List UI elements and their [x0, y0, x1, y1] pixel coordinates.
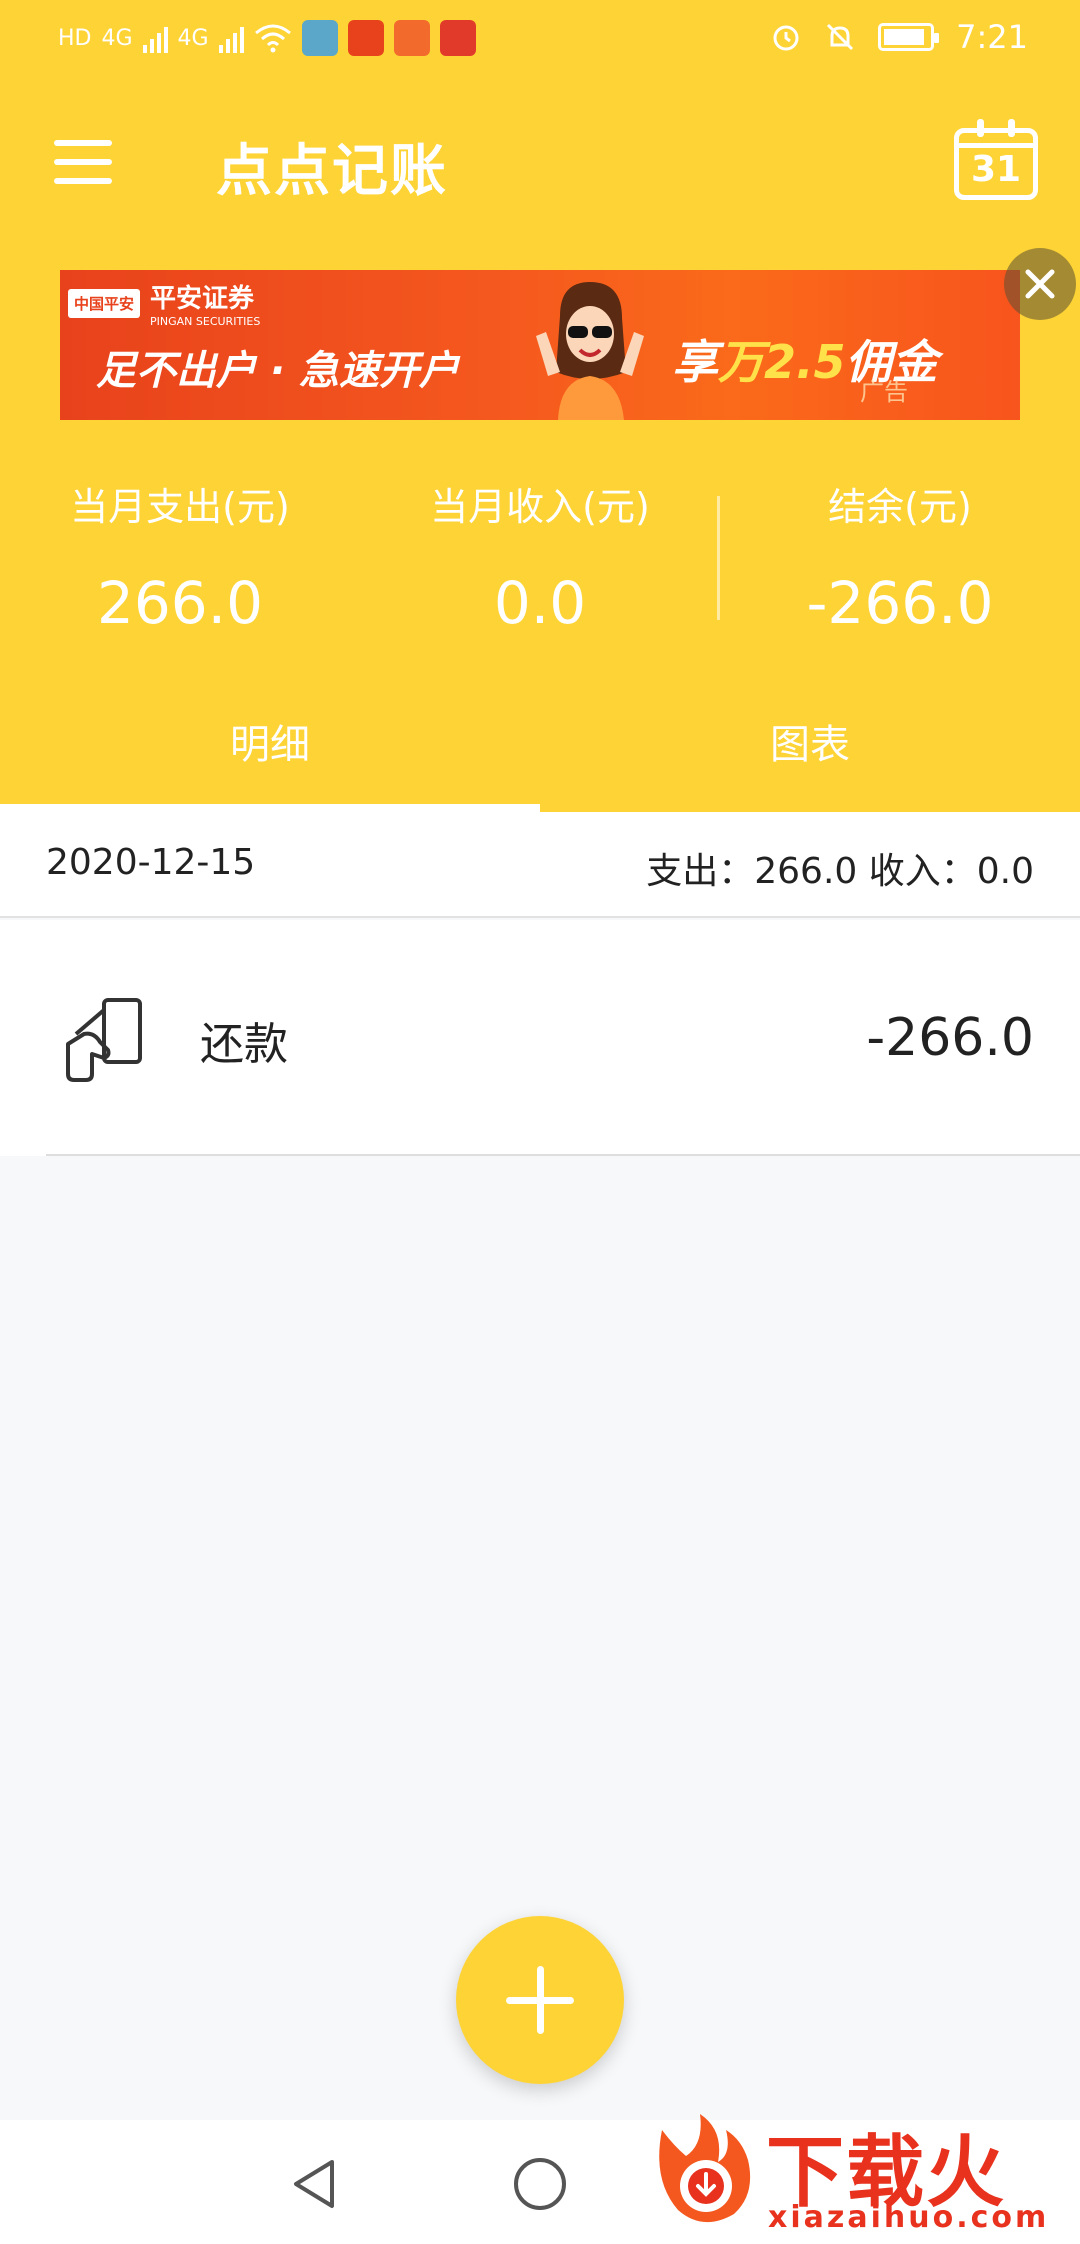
entry-amount: -266.0	[866, 1008, 1034, 1068]
tab-indicator	[0, 804, 540, 812]
hd-badge: HD	[58, 25, 92, 51]
ad-brand-sub: PINGAN SECURITIES	[150, 315, 261, 328]
mute-bell-icon	[827, 23, 854, 51]
date-group-header: 2020-12-15 支出：266.0 收入：0.0	[0, 812, 1080, 918]
income-value: 0.0	[493, 569, 587, 637]
flame-download-icon	[659, 2114, 751, 2223]
ad-brand: 中国平安 平安证券 PINGAN SECURITIES	[68, 278, 260, 328]
menu-button[interactable]	[54, 140, 112, 184]
ad-offer-highlight: 万2.5	[718, 335, 846, 389]
post-app-icon	[347, 20, 384, 56]
menu-icon-line	[54, 159, 112, 165]
taobao-app-icon	[393, 20, 430, 56]
calendar-icon	[959, 143, 1033, 148]
ad-banner[interactable]: 中国平安 平安证券 PINGAN SECURITIES 足不出户 · 急速开户 …	[60, 270, 1020, 420]
alarm-icon	[773, 25, 799, 51]
status-bar: HD 4G 4G 7:21	[0, 0, 1080, 82]
group-date: 2020-12-15	[46, 842, 256, 883]
app-screen: HD 4G 4G 7:21 点点记账 31 中国平安 平安证券 PINGAN S…	[0, 0, 1080, 2244]
card-repayment-icon	[66, 998, 142, 1082]
entry-category: 还款	[200, 1019, 288, 1070]
calendar-day: 31	[970, 149, 1022, 190]
menu-icon-line	[54, 178, 112, 184]
battery-icon	[878, 23, 940, 51]
signal-icon-2	[218, 23, 244, 53]
watermark-url: xiazaihuo.com	[768, 2200, 1050, 2235]
wifi-icon	[254, 24, 291, 53]
calendar-button[interactable]: 31	[954, 119, 1038, 200]
balance-value: -266.0	[806, 569, 994, 637]
income-summary: 当月收入(元) 0.0	[360, 476, 720, 637]
signal-icon	[142, 23, 168, 53]
add-record-button[interactable]	[456, 1916, 624, 2084]
expense-label: 当月支出(元)	[70, 485, 290, 529]
income-label: 当月收入(元)	[430, 485, 650, 529]
group-day-summary: 支出：266.0 收入：0.0	[646, 851, 1034, 892]
ad-brand-text: 平安证券 PINGAN SECURITIES	[150, 278, 260, 328]
menu-icon-line	[54, 140, 112, 146]
tab-details[interactable]: 明细	[0, 712, 540, 770]
entry-divider	[46, 1154, 1080, 1156]
close-icon	[1025, 269, 1055, 299]
ad-girl-illustration	[536, 282, 644, 420]
balance-summary: 结余(元) -266.0	[720, 476, 1080, 637]
nav-home-icon[interactable]	[514, 2158, 566, 2210]
ad-brand-name: 平安证券	[150, 284, 255, 314]
ad-close-button[interactable]	[1004, 248, 1076, 320]
app-title: 点点记账	[216, 139, 448, 204]
status-right: 7:21	[770, 18, 1028, 56]
header: HD 4G 4G 7:21 点点记账 31 中国平安 平安证券 PINGAN S…	[0, 0, 1080, 812]
network-4g-label-2: 4G	[177, 25, 209, 51]
gift-app-icon	[439, 20, 476, 56]
clock: 7:21	[956, 18, 1028, 56]
app-notification-icon	[301, 20, 338, 56]
ad-tag: 广告	[860, 378, 908, 406]
expense-value: 266.0	[96, 569, 264, 637]
balance-label: 结余(元)	[828, 485, 972, 529]
nav-back-icon[interactable]	[288, 2156, 340, 2212]
network-4g-label: 4G	[101, 25, 133, 51]
status-left: HD 4G 4G	[58, 20, 476, 56]
ad-offer-prefix: 享	[672, 335, 718, 389]
ad-brand-logo: 中国平安	[68, 288, 141, 318]
list-item[interactable]: 还款 -266.0	[0, 920, 1080, 1156]
watermark: 下载火 xiazaihuo.com	[640, 2100, 1080, 2244]
tab-charts[interactable]: 图表	[540, 712, 1080, 770]
ad-headline: 足不出户 · 急速开户	[96, 348, 460, 394]
expense-summary: 当月支出(元) 266.0	[0, 476, 360, 637]
